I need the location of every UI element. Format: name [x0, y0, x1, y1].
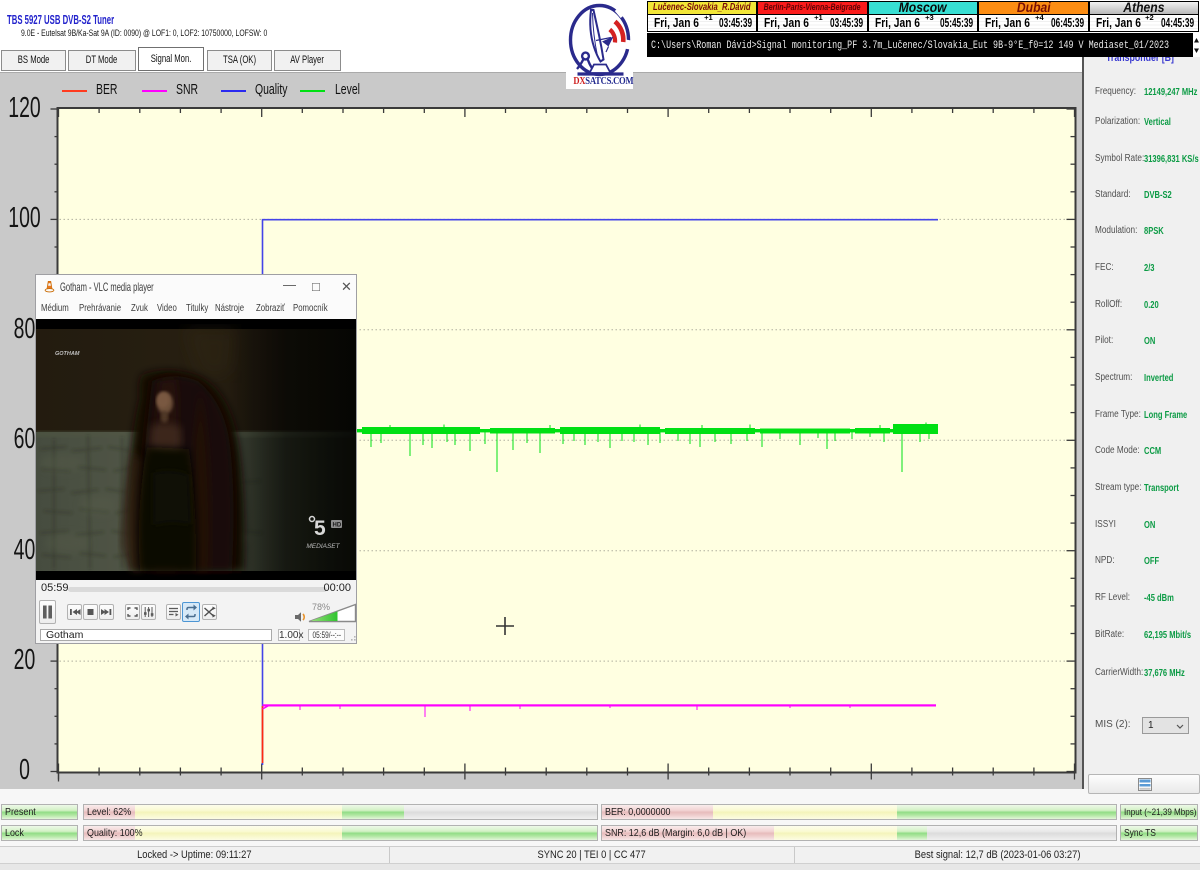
- svg-text:GOTHAM: GOTHAM: [55, 351, 80, 357]
- svg-text:5: 5: [314, 517, 326, 540]
- svg-text:MEDIASET: MEDIASET: [306, 543, 340, 550]
- svg-text:HD: HD: [333, 523, 342, 529]
